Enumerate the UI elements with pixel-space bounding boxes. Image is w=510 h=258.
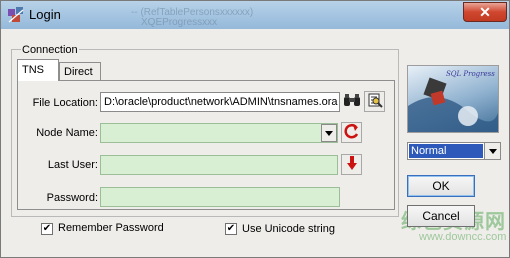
password-label: Password: bbox=[46, 192, 98, 204]
last-user-field[interactable] bbox=[100, 155, 338, 175]
refresh-icon bbox=[343, 123, 360, 142]
browse-button[interactable] bbox=[341, 91, 362, 112]
close-icon: ✕ bbox=[479, 3, 491, 20]
use-unicode-checkbox[interactable]: ✔ bbox=[225, 223, 237, 235]
watermark-url: www.downcc.com bbox=[419, 231, 507, 243]
mode-select[interactable]: Normal bbox=[407, 142, 501, 160]
node-name-dropdown-button[interactable] bbox=[321, 124, 337, 142]
connection-group-label: Connection bbox=[21, 44, 79, 56]
open-file-button[interactable] bbox=[364, 91, 385, 112]
login-window: -- (RefTablePersonsxxxxxx) XQEProgressxx… bbox=[0, 0, 510, 258]
node-name-label: Node Name: bbox=[36, 127, 98, 139]
remember-password-checkbox[interactable]: ✔ bbox=[41, 223, 53, 235]
binoculars-icon bbox=[343, 93, 361, 110]
remember-password-label[interactable]: Remember Password bbox=[58, 222, 164, 234]
chevron-down-icon bbox=[488, 145, 497, 157]
node-name-combo[interactable] bbox=[100, 123, 338, 143]
logo-text: SQL Progress bbox=[446, 70, 495, 78]
close-button[interactable]: ✕ bbox=[463, 2, 507, 22]
ok-button[interactable]: OK bbox=[407, 175, 475, 197]
open-file-icon bbox=[367, 92, 383, 111]
background-window-title: XQEProgressxxx bbox=[141, 17, 218, 28]
last-user-label: Last User: bbox=[47, 159, 98, 171]
password-field[interactable] bbox=[100, 187, 340, 207]
mode-dropdown-button[interactable] bbox=[484, 143, 500, 159]
window-title: Login bbox=[29, 7, 61, 22]
app-icon bbox=[7, 6, 25, 24]
last-user-dropdown-button[interactable] bbox=[341, 154, 362, 175]
chevron-down-icon bbox=[325, 127, 333, 139]
refresh-button[interactable] bbox=[341, 122, 362, 143]
cancel-button[interactable]: Cancel bbox=[407, 205, 475, 227]
tab-tns[interactable]: TNS bbox=[17, 59, 59, 81]
mode-selected-value: Normal bbox=[409, 144, 483, 158]
down-arrow-icon bbox=[346, 155, 357, 174]
tab-direct[interactable]: Direct bbox=[59, 62, 101, 81]
title-bar[interactable]: -- (RefTablePersonsxxxxxx) XQEProgressxx… bbox=[1, 1, 509, 29]
product-logo: SQL Progress bbox=[407, 65, 499, 133]
use-unicode-label[interactable]: Use Unicode string bbox=[242, 223, 335, 235]
file-location-field[interactable]: D:\oracle\product\network\ADMIN\tnsnames… bbox=[100, 92, 340, 112]
file-location-label: File Location: bbox=[32, 97, 98, 109]
